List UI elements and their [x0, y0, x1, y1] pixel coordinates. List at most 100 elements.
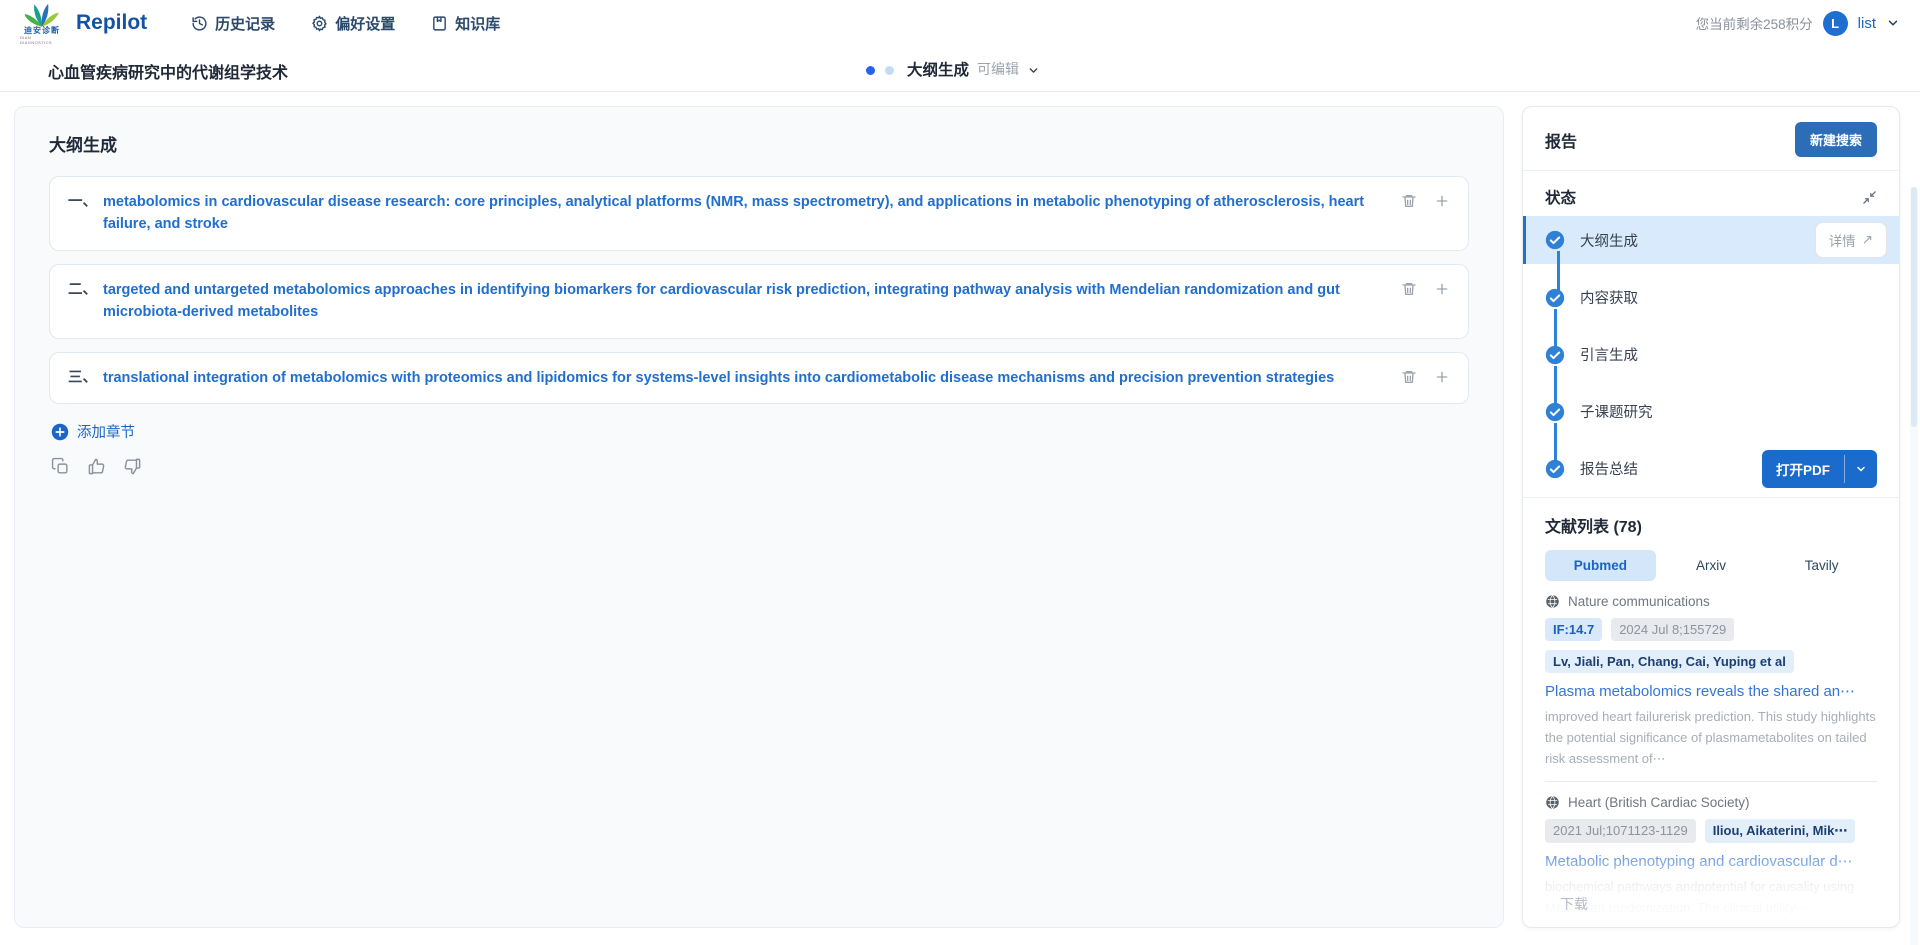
- pager-dot[interactable]: [885, 66, 894, 75]
- badges-row: IF:14.7 2024 Jul 8;155729: [1545, 618, 1877, 641]
- status-step-label: 引言生成: [1580, 344, 1638, 365]
- status-title: 状态: [1545, 186, 1576, 208]
- pager-dot-active[interactable]: [866, 66, 875, 75]
- status-header: 状态: [1545, 186, 1877, 208]
- chevron-down-icon: [1027, 64, 1040, 77]
- journal-name: Heart (British Cardiac Society): [1568, 795, 1750, 810]
- trash-icon[interactable]: [1401, 369, 1417, 385]
- journal-row: Nature communications: [1545, 594, 1877, 609]
- plus-icon[interactable]: [1434, 281, 1450, 297]
- authors-row: Lv, Jiali, Pan, Chang, Cai, Yuping et al: [1545, 650, 1877, 673]
- download-label[interactable]: 下载: [1560, 894, 1588, 914]
- globe-icon: [1545, 594, 1560, 609]
- status-step-label: 报告总结: [1580, 458, 1638, 479]
- trash-icon[interactable]: [1401, 281, 1417, 297]
- list-bottom-fade: 下载: [1523, 842, 1899, 927]
- check-circle-icon: [1545, 345, 1565, 365]
- username[interactable]: list: [1858, 15, 1876, 32]
- open-pdf-button[interactable]: 打开PDF: [1762, 450, 1877, 488]
- nav-item-label: 知识库: [455, 13, 500, 34]
- plus-icon[interactable]: [1434, 369, 1450, 385]
- document-title: 心血管疾病研究中的代谢组学技术: [48, 59, 288, 83]
- app-title: Repilot: [76, 11, 147, 35]
- status-step-intro: 引言生成: [1545, 326, 1877, 383]
- add-chapter-button[interactable]: 添加章节: [51, 421, 1469, 442]
- tab-pubmed[interactable]: Pubmed: [1545, 550, 1656, 581]
- stage-selector[interactable]: 大纲生成 可编辑: [907, 58, 1040, 80]
- gear-icon: [311, 15, 328, 32]
- literature-heading: 文献列表 (78): [1545, 513, 1877, 537]
- top-nav-bar: 迪安诊断 DIAN DIAGNOSTICS Repilot 历史记录 偏好设置: [0, 0, 1920, 46]
- chevron-down-icon[interactable]: [1886, 16, 1900, 30]
- outline-feedback-toolbar: [51, 457, 1469, 476]
- main-nav: 历史记录 偏好设置 知识库: [191, 13, 500, 34]
- detail-button[interactable]: 详情 ↗: [1815, 222, 1887, 258]
- new-search-button[interactable]: 新建搜索: [1795, 122, 1877, 157]
- detail-button-label: 详情: [1829, 230, 1856, 250]
- outline-heading: 大纲生成: [49, 131, 1469, 156]
- authors-badge: Iliou, Aikaterini, Mik⋯: [1705, 819, 1856, 843]
- app-window: 迪安诊断 DIAN DIAGNOSTICS Repilot 历史记录 偏好设置: [0, 0, 1920, 945]
- impact-factor-badge: IF:14.7: [1545, 618, 1602, 641]
- report-title: 报告: [1545, 128, 1577, 152]
- logo-caption: 迪安诊断: [24, 27, 60, 36]
- paper-title-link[interactable]: Plasma metabolomics reveals the shared a…: [1545, 682, 1877, 700]
- pdf-dropdown-toggle[interactable]: [1845, 450, 1877, 488]
- report-panel: 报告 新建搜索 状态 大纲生成 详情: [1522, 106, 1900, 928]
- scrollbar-track[interactable]: [1910, 187, 1918, 945]
- tab-arxiv[interactable]: Arxiv: [1656, 550, 1767, 581]
- check-circle-icon: [1545, 459, 1565, 479]
- journal-row: Heart (British Cardiac Society): [1545, 795, 1877, 810]
- literature-item-1: Nature communications IF:14.7 2024 Jul 8…: [1545, 594, 1877, 769]
- status-step-content: 内容获取: [1545, 269, 1877, 326]
- avatar[interactable]: L: [1823, 11, 1848, 36]
- divider: [1523, 170, 1899, 171]
- outline-item-number: 三、: [68, 367, 97, 389]
- nav-item-label: 历史记录: [215, 13, 275, 34]
- subheader: 心血管疾病研究中的代谢组学技术 大纲生成 可编辑: [0, 46, 1920, 92]
- open-pdf-label: 打开PDF: [1762, 450, 1844, 488]
- stage-pager: [866, 66, 894, 75]
- literature-source-tabs: Pubmed Arxiv Tavily: [1545, 550, 1877, 581]
- nav-item-preferences[interactable]: 偏好设置: [311, 13, 395, 34]
- tab-tavily[interactable]: Tavily: [1766, 550, 1877, 581]
- book-icon: [431, 15, 448, 32]
- outline-item-number: 一、: [68, 191, 97, 236]
- authors-badge: Lv, Jiali, Pan, Chang, Cai, Yuping et al: [1545, 650, 1794, 673]
- status-step-subtopics: 子课题研究: [1545, 383, 1877, 440]
- plus-icon[interactable]: [1434, 193, 1450, 209]
- journal-name: Nature communications: [1568, 594, 1710, 609]
- trash-icon[interactable]: [1401, 193, 1417, 209]
- date-badge: 2021 Jul;1071123-1129: [1545, 819, 1696, 843]
- nav-item-label: 偏好设置: [335, 13, 395, 34]
- check-circle-icon: [1545, 288, 1565, 308]
- nav-item-history[interactable]: 历史记录: [191, 13, 275, 34]
- outline-item-text: metabolomics in cardiovascular disease r…: [103, 191, 1401, 236]
- logo-fan-icon: [25, 1, 59, 27]
- status-step-label: 大纲生成: [1580, 230, 1638, 251]
- copy-icon[interactable]: [51, 457, 70, 476]
- outline-panel: 大纲生成 一、 metabolomics in cardiovascular d…: [14, 106, 1504, 928]
- check-circle-icon: [1545, 230, 1565, 250]
- thumbs-down-icon[interactable]: [123, 457, 142, 476]
- thumbs-up-icon[interactable]: [87, 457, 106, 476]
- paper-abstract: improved heart failurerisk prediction. T…: [1545, 707, 1877, 769]
- outline-item-actions: [1401, 281, 1450, 297]
- outline-item-3[interactable]: 三、 translational integration of metabolo…: [49, 352, 1469, 404]
- chevron-down-icon: [1855, 463, 1867, 475]
- divider: [1545, 781, 1877, 782]
- outline-item-2[interactable]: 二、 targeted and untargeted metabolomics …: [49, 264, 1469, 339]
- status-step-label: 子课题研究: [1580, 401, 1653, 422]
- external-link-icon: ↗: [1862, 232, 1873, 248]
- check-circle-icon: [1545, 402, 1565, 422]
- history-icon: [191, 15, 208, 32]
- status-steps: 大纲生成 详情 ↗ 内容获取 引言生成: [1545, 216, 1877, 497]
- outline-item-1[interactable]: 一、 metabolomics in cardiovascular diseas…: [49, 176, 1469, 251]
- badges-row: 2021 Jul;1071123-1129 Iliou, Aikaterini,…: [1545, 819, 1877, 843]
- date-badge: 2024 Jul 8;155729: [1611, 618, 1734, 641]
- collapse-icon[interactable]: [1862, 190, 1877, 205]
- scrollbar-thumb[interactable]: [1911, 187, 1917, 427]
- company-logo: 迪安诊断 DIAN DIAGNOSTICS: [20, 1, 64, 46]
- nav-item-knowledge-base[interactable]: 知识库: [431, 13, 500, 34]
- outline-item-actions: [1401, 193, 1450, 209]
